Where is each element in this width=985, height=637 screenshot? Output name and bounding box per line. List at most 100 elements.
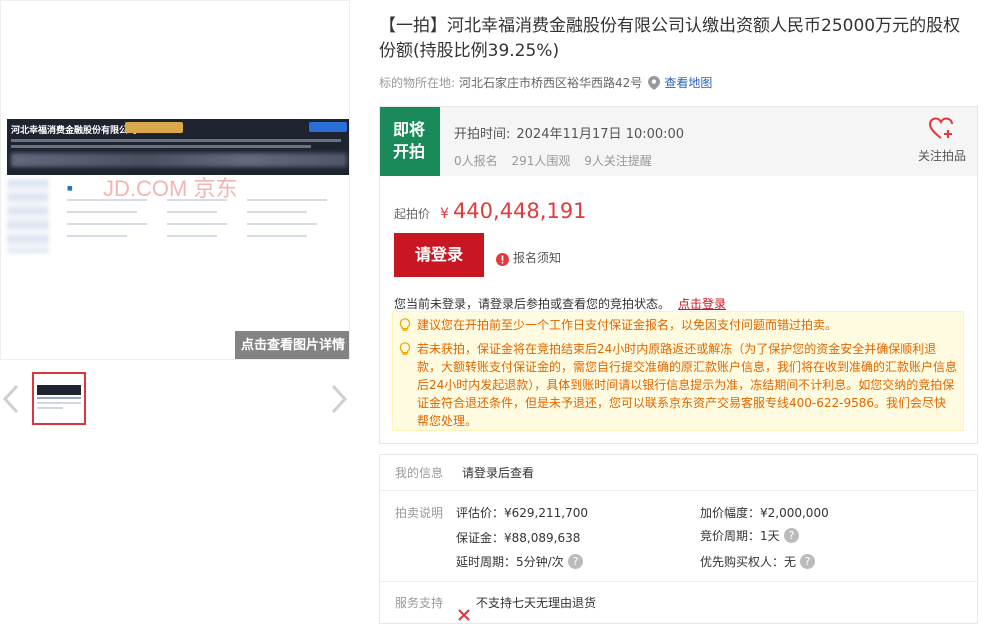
start-price-label: 起拍价 [394,207,431,221]
login-button[interactable]: 请登录 [394,233,484,277]
svg-text:?: ? [788,529,794,542]
increment-text: 加价幅度：¥2,000,000 [700,506,829,520]
license-section-tag: ■ [67,185,73,192]
login-hint: 您当前未登录，请登录后参拍或查看您的竞拍状态。 点击登录 [394,295,726,312]
signup-notice-label: 报名须知 [513,251,562,265]
service-label: 服务支持 [395,596,444,610]
auction-description: 拍卖说明 评估价：¥629,211,700 加价幅度：¥2,000,000 保证… [380,492,977,582]
appraisal-price: 评估价：¥629,211,700 [456,504,588,521]
auction-status-bar: 即将开拍 开拍时间: 2024年11月17日 10:00:00 0人报名 291人… [380,107,977,176]
license-line [247,223,317,225]
auction-desc-label: 拍卖说明 [395,506,444,520]
bid-cycle: 竞价周期：1天 ? [700,527,799,544]
status-text: 即将开拍 [393,120,426,161]
main-image[interactable]: 河北幸福消费金融股份有限公司 ■ JD.COM 京东 点击查看图片详情 [0,0,350,360]
thumb-bar [37,407,64,409]
click-login-link[interactable]: 点击登录 [678,297,726,311]
license-line [67,223,147,225]
chevron-left-icon[interactable] [2,384,20,414]
tip-text: 建议您在开拍前至少一个工作日支付保证金报名，以免因支付问题而错过拍卖。 [417,318,838,332]
priority-text: 优先购买权人：无 [700,555,797,569]
thumb-bar [37,385,81,395]
follow-count: 9人关注提醒 [584,154,652,168]
follow-button[interactable]: 关注拍品 [907,117,977,164]
auction-panel: 即将开拍 开拍时间: 2024年11月17日 10:00:00 0人报名 291人… [379,106,978,444]
license-line [247,211,307,213]
delay-cycle: 延时周期：5分钟/次 ? [456,553,583,570]
license-line [167,211,217,213]
image-gallery: 河北幸福消费金融股份有限公司 ■ JD.COM 京东 点击查看图片详情 [0,0,352,628]
appraisal-text: 评估价：¥629,211,700 [456,506,588,520]
location-value: 河北石家庄市桥西区裕华西路42号 [459,76,643,90]
license-row [11,139,341,142]
priority-buyer: 优先购买权人：无 ? [700,553,816,570]
heart-plus-icon [928,117,955,141]
status-badge: 即将开拍 [380,107,440,176]
thumb-bar [37,397,81,399]
svg-text:?: ? [805,555,811,568]
license-row [11,145,311,148]
view-count: 291人围观 [511,154,571,168]
location-label: 标的物所在地: [379,76,456,90]
delay-text: 延时周期：5分钟/次 [456,555,564,569]
item-detail-panel: 【一拍】河北幸福消费金融股份有限公司认缴出资额人民币25000万元的股权份额(持… [379,0,979,628]
license-button [309,122,347,132]
tips-box: 建议您在开拍前至少一个工作日支付保证金报名，以免因支付问题而错过拍卖。 若未获拍… [392,311,964,431]
help-icon[interactable]: ? [800,554,816,569]
lightbulb-icon [399,318,411,332]
license-line [67,235,127,237]
status-info: 开拍时间: 2024年11月17日 10:00:00 0人报名 291人围观 9人… [454,123,684,169]
deposit-text: 保证金：¥88,089,638 [456,531,581,545]
business-license-image: 河北幸福消费金融股份有限公司 ■ JD.COM 京东 [7,119,349,255]
tip-refund-policy: 若未获拍，保证金将在竞拍结束后24小时内原路返还或解冻（为了保护您的资金安全并确… [399,340,957,430]
license-line [167,199,227,201]
map-pin-icon [648,75,661,90]
license-line [247,235,307,237]
service-value: 不支持七天无理由退货 [458,583,596,623]
service-support-row: 服务支持 不支持七天无理由退货 [380,583,977,623]
license-line [67,199,147,201]
signup-count: 0人报名 [454,154,498,168]
license-line [167,235,217,237]
item-title: 【一拍】河北幸福消费金融股份有限公司认缴出资额人民币25000万元的股权份额(持… [379,16,961,61]
cycle-text: 竞价周期：1天 [700,529,780,543]
view-map-link[interactable]: 查看地图 [664,74,712,91]
license-blurred-row [11,153,347,167]
auction-stats: 0人报名 291人围观 9人关注提醒 [454,152,684,169]
license-line [67,211,137,213]
my-info-row: 我的信息 请登录后查看 [380,455,977,491]
thumb-bar [37,402,81,404]
view-image-detail-button[interactable]: 点击查看图片详情 [235,331,349,359]
license-line [167,223,227,225]
exclamation-icon [496,251,509,266]
start-time-value: 2024年11月17日 10:00:00 [516,127,685,142]
license-badge [125,122,183,133]
license-line [247,199,327,201]
start-time-label: 开拍时间: [454,127,511,142]
license-company-name: 河北幸福消费金融股份有限公司 [11,126,138,136]
tip-text: 若未获拍，保证金将在竞拍结束后24小时内原路返还或解冻（为了保护您的资金安全并确… [417,342,958,428]
thumbnail-1[interactable] [32,372,86,425]
chevron-right-icon[interactable] [330,384,348,414]
signup-notice-link[interactable]: 报名须知 [496,249,561,266]
license-header: 河北幸福消费金融股份有限公司 [7,119,349,175]
currency-symbol: ¥ [440,206,449,222]
start-time: 开拍时间: 2024年11月17日 10:00:00 [454,123,684,142]
help-icon[interactable]: ? [567,554,583,569]
help-icon[interactable]: ? [783,528,799,543]
start-price-value: 440,448,191 [452,199,587,223]
deposit: 保证金：¥88,089,638 [456,529,580,546]
thumbnail-strip [0,372,352,426]
lightbulb-icon [399,342,411,356]
follow-label: 关注拍品 [917,149,966,163]
service-text: 不支持七天无理由退货 [476,596,597,610]
info-panel: 我的信息 请登录后查看 拍卖说明 评估价：¥629,211,700 加价幅度：¥… [379,454,978,624]
login-hint-text: 您当前未登录，请登录后参拍或查看您的竞拍状态。 [394,297,671,311]
svg-text:?: ? [572,555,578,568]
my-info-label: 我的信息 [395,466,444,480]
location-row: 标的物所在地: 河北石家庄市桥西区裕华西路42号 查看地图 [379,74,712,91]
cross-icon [458,597,470,621]
bid-increment: 加价幅度：¥2,000,000 [700,504,829,521]
start-price-row: 起拍价 ¥ 440,448,191 [394,199,587,223]
license-body: ■ JD.COM 京东 [7,175,349,255]
